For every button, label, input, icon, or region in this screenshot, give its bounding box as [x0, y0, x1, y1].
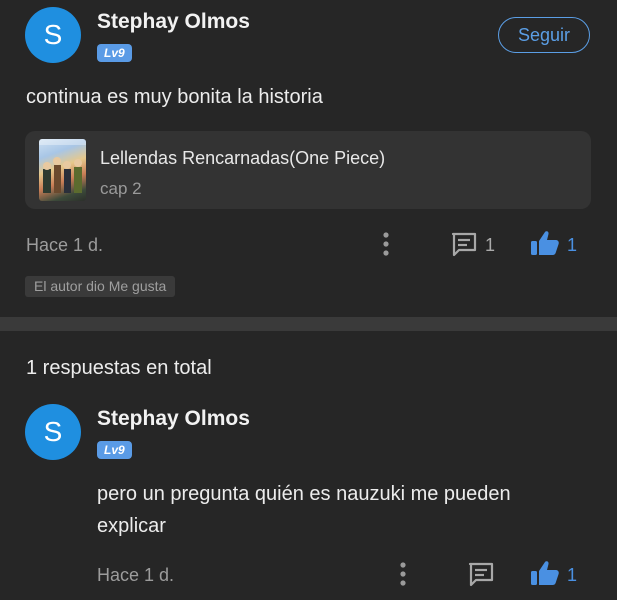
section-divider [0, 317, 617, 331]
avatar[interactable]: S [25, 7, 81, 63]
reply-count: 1 [485, 235, 496, 255]
replies-total: 1 respuestas en total [26, 357, 212, 379]
follow-button[interactable]: Seguir [498, 17, 590, 53]
avatar-letter: S [43, 19, 63, 50]
reply-like-count: 1 [567, 565, 578, 585]
username[interactable]: Stephay Olmos [97, 10, 250, 34]
comment-text: continua es muy bonita la historia [26, 86, 323, 108]
book-chapter: cap 2 [100, 179, 142, 198]
reply-timestamp: Hace 1 d. [97, 565, 175, 585]
reply-level-badge: Lv9 [97, 441, 132, 459]
follow-button-label: Seguir [517, 24, 571, 45]
comment-timestamp: Hace 1 d. [26, 235, 104, 255]
level-badge: Lv9 [97, 44, 132, 62]
like-count: 1 [567, 235, 578, 255]
thumbs-up-icon[interactable] [530, 559, 560, 587]
reply-text: pero un pregunta quién es nauzuki me pue… [97, 483, 511, 537]
book-card[interactable]: Lellendas Rencarnadas(One Piece) cap 2 [25, 131, 591, 209]
reply-username[interactable]: Stephay Olmos [97, 407, 250, 431]
comment-icon[interactable] [450, 230, 478, 258]
author-liked-badge: El autor dio Me gusta [25, 276, 176, 297]
reply-avatar-letter: S [43, 416, 63, 447]
comment-icon[interactable] [467, 560, 495, 588]
reply-avatar[interactable]: S [25, 404, 81, 460]
book-title: Lellendas Rencarnadas(One Piece) [100, 148, 386, 168]
book-cover-art [39, 139, 86, 193]
more-vertical-icon[interactable] [378, 230, 394, 258]
more-vertical-icon[interactable] [395, 560, 411, 588]
thumbs-up-icon[interactable] [530, 229, 560, 257]
book-cover-image [39, 139, 86, 201]
